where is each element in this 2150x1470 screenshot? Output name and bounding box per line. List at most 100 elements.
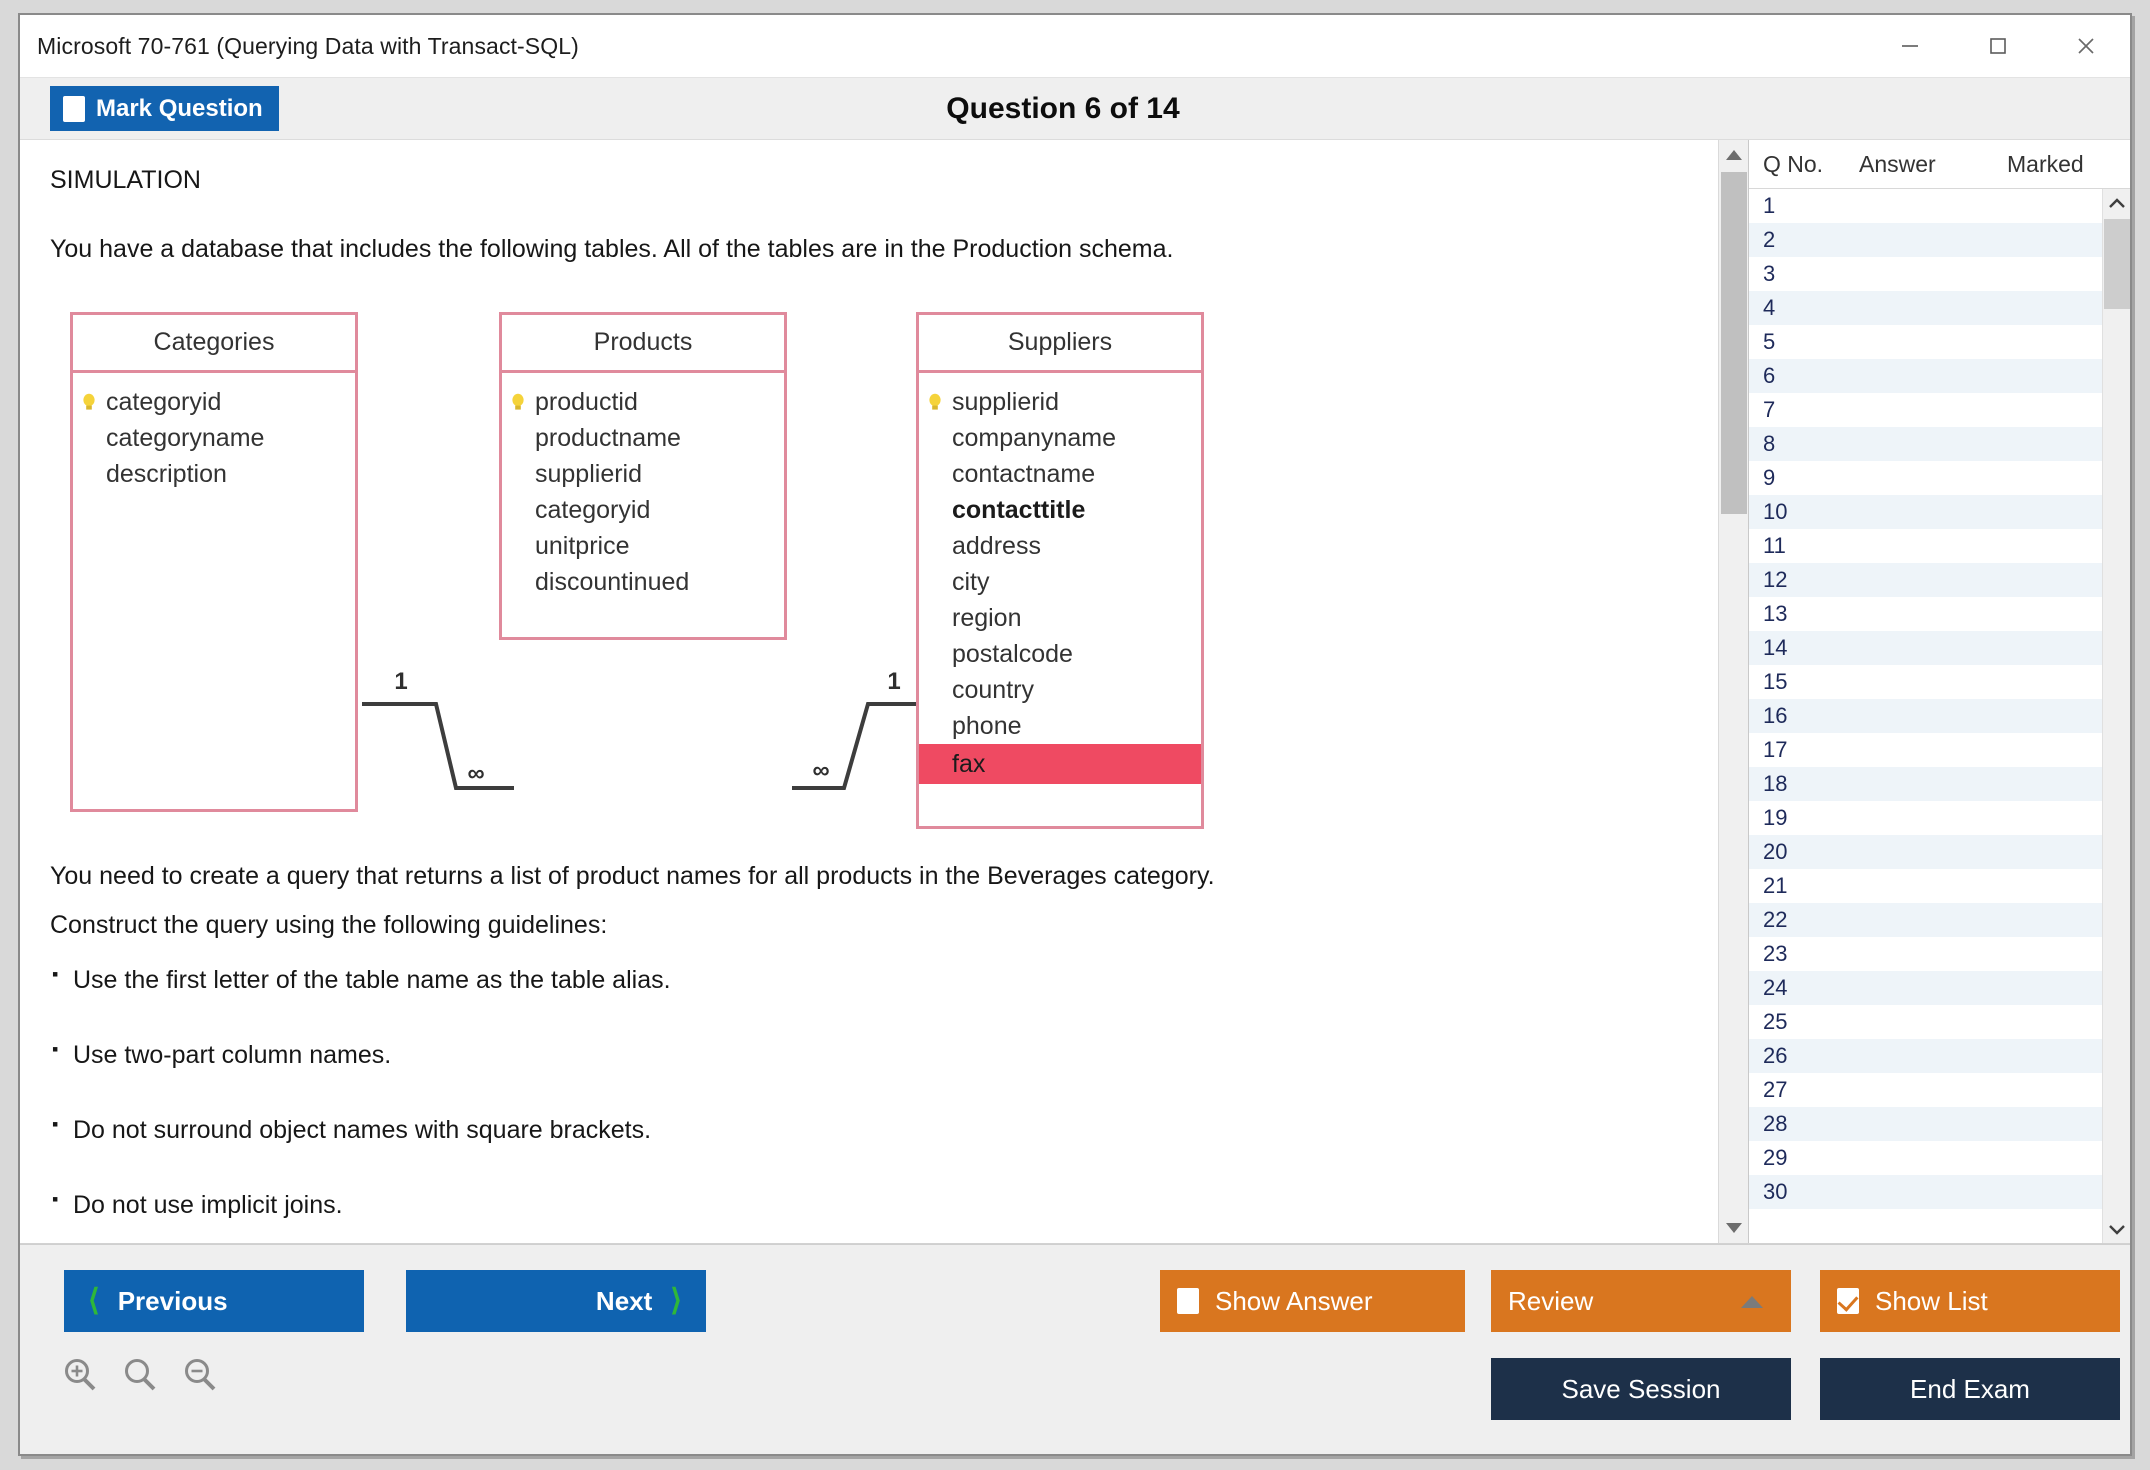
question-requirement: You need to create a query that returns … (50, 862, 1215, 890)
er-field: contactname (952, 460, 1096, 488)
mark-question-checkbox[interactable] (63, 95, 85, 122)
question-list-header: Q No. Answer Marked (1749, 140, 2130, 189)
question-list-row[interactable]: 12 (1749, 563, 2130, 597)
question-number: 6 (1763, 363, 1776, 388)
show-list-label: Show List (1875, 1285, 1988, 1316)
cardinality-one-a: 1 (394, 668, 407, 695)
question-list-row[interactable]: 30 (1749, 1175, 2130, 1209)
question-list-row[interactable]: 4 (1749, 291, 2130, 325)
question-number: 10 (1763, 499, 1788, 524)
question-list-row[interactable]: 3 (1749, 257, 2130, 291)
question-list-row[interactable]: 6 (1749, 359, 2130, 393)
question-list-row[interactable]: 13 (1749, 597, 2130, 631)
zoom-out-icon[interactable] (180, 1355, 220, 1400)
question-list-row[interactable]: 15 (1749, 665, 2130, 699)
question-number: 13 (1763, 601, 1788, 626)
question-number: 23 (1763, 941, 1788, 966)
er-field: discountinued (535, 568, 690, 596)
question-list-row[interactable]: 24 (1749, 971, 2130, 1005)
er-field: supplierid (535, 460, 643, 488)
question-list-row[interactable]: 2 (1749, 223, 2130, 257)
show-answer-button[interactable]: Show Answer (1160, 1270, 1465, 1332)
question-list-row[interactable]: 23 (1749, 937, 2130, 971)
title-bar: Microsoft 70-761 (Querying Data with Tra… (20, 15, 2130, 77)
zoom-reset-icon[interactable] (120, 1355, 160, 1400)
body-region: SIMULATION You have a database that incl… (20, 140, 2130, 1244)
er-field: phone (952, 712, 1022, 740)
question-list-row[interactable]: 26 (1749, 1039, 2130, 1073)
end-exam-button[interactable]: End Exam (1820, 1358, 2120, 1420)
er-table-title: Suppliers (919, 315, 1201, 373)
primary-key-icon (929, 393, 941, 410)
scroll-up-icon[interactable] (1719, 140, 1749, 170)
maximize-icon[interactable] (1954, 15, 2042, 77)
question-number: 26 (1763, 1043, 1788, 1068)
question-number: 12 (1763, 567, 1788, 592)
window-title: Microsoft 70-761 (Querying Data with Tra… (37, 32, 579, 59)
chevron-up-icon (1739, 1286, 1765, 1317)
guideline-item: Use two-part column names. (50, 1039, 1688, 1070)
question-list-row[interactable]: 10 (1749, 495, 2130, 529)
review-dropdown-button[interactable]: Review (1491, 1270, 1791, 1332)
show-list-checkbox[interactable] (1837, 1288, 1859, 1314)
cardinality-many-a: ∞ (467, 760, 484, 787)
close-icon[interactable] (2042, 15, 2130, 77)
question-list-row[interactable]: 8 (1749, 427, 2130, 461)
previous-button[interactable]: ⟨ Previous (64, 1270, 364, 1332)
er-field: postalcode (952, 640, 1073, 668)
question-list-row[interactable]: 14 (1749, 631, 2130, 665)
question-list-row[interactable]: 17 (1749, 733, 2130, 767)
er-field: supplierid (919, 384, 1201, 420)
er-field: categoryname (106, 424, 265, 452)
question-number: 29 (1763, 1145, 1788, 1170)
column-header-answer: Answer (1859, 150, 1936, 177)
question-list-row[interactable]: 16 (1749, 699, 2130, 733)
show-list-button[interactable]: Show List (1820, 1270, 2120, 1332)
window-controls (1866, 15, 2130, 77)
list-scrollbar-thumb[interactable] (2104, 219, 2130, 309)
end-exam-label: End Exam (1910, 1373, 2030, 1404)
show-answer-checkbox[interactable] (1177, 1288, 1199, 1314)
mark-question-button[interactable]: Mark Question (50, 86, 279, 131)
next-button[interactable]: Next ⟩ (406, 1270, 706, 1332)
question-list-row[interactable]: 29 (1749, 1141, 2130, 1175)
er-diagram: 1 ∞ ∞ 1 Categories categoryid categoryna… (44, 306, 1294, 836)
er-table-products: Products productid productname supplieri… (499, 312, 787, 640)
question-number: 8 (1763, 431, 1776, 456)
question-counter: Question 6 of 14 (946, 91, 1180, 125)
question-number: 7 (1763, 397, 1776, 422)
question-list-scrollbar[interactable] (2102, 189, 2130, 1243)
question-list-row[interactable]: 25 (1749, 1005, 2130, 1039)
scrollbar-thumb[interactable] (1721, 172, 1747, 514)
question-list-row[interactable]: 27 (1749, 1073, 2130, 1107)
minimize-icon[interactable] (1866, 15, 1954, 77)
question-list-row[interactable]: 7 (1749, 393, 2130, 427)
question-pane-scrollbar[interactable] (1718, 140, 1748, 1243)
er-table-title: Categories (73, 315, 355, 373)
question-list-row[interactable]: 5 (1749, 325, 2130, 359)
zoom-in-icon[interactable] (60, 1355, 100, 1400)
question-number: 16 (1763, 703, 1788, 728)
question-list-row[interactable]: 9 (1749, 461, 2130, 495)
question-list-row[interactable]: 21 (1749, 869, 2130, 903)
list-scroll-up-icon[interactable] (2103, 189, 2130, 217)
er-field: unitprice (535, 532, 630, 560)
question-number: 19 (1763, 805, 1788, 830)
er-field-name: categoryid (106, 388, 222, 416)
question-list-row[interactable]: 20 (1749, 835, 2130, 869)
question-number: 5 (1763, 329, 1776, 354)
question-list-row[interactable]: 22 (1749, 903, 2130, 937)
er-table-title: Products (502, 315, 784, 373)
save-session-button[interactable]: Save Session (1491, 1358, 1791, 1420)
chevron-left-icon: ⟨ (88, 1284, 100, 1317)
primary-key-icon (512, 393, 524, 410)
list-scroll-down-icon[interactable] (2103, 1215, 2130, 1243)
question-list-row[interactable]: 28 (1749, 1107, 2130, 1141)
question-list-row[interactable]: 11 (1749, 529, 2130, 563)
question-list-row[interactable]: 19 (1749, 801, 2130, 835)
question-list-row[interactable]: 18 (1749, 767, 2130, 801)
question-list-row[interactable]: 1 (1749, 189, 2130, 223)
question-list-body[interactable]: 1 2 3 4 5 6 7 8 9 10 11 12 13 14 15 16 17 18 19 20 21 22 23 24 2… (1749, 189, 2130, 1243)
scroll-down-icon[interactable] (1719, 1213, 1749, 1243)
question-number: 22 (1763, 907, 1788, 932)
